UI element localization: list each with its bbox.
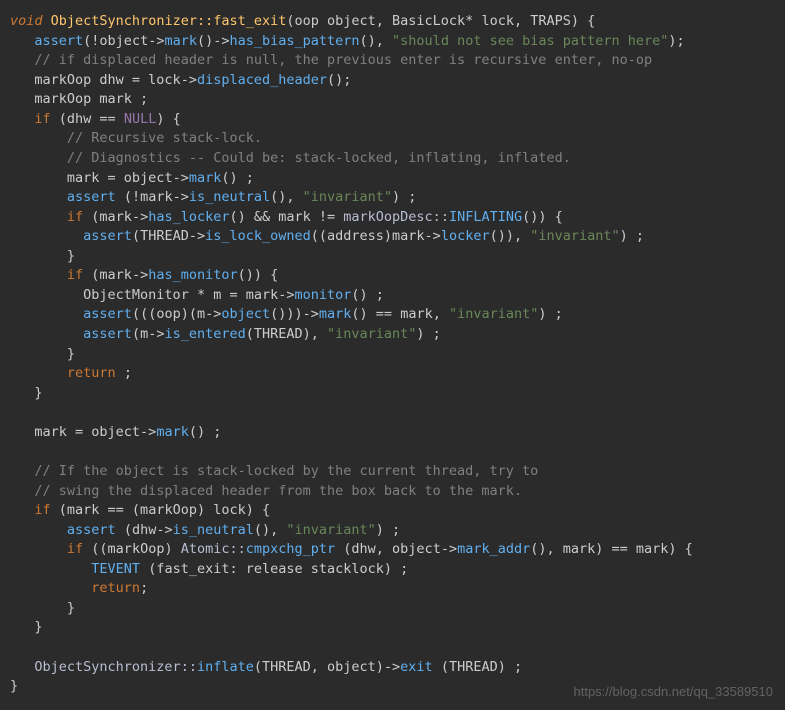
keyword-void: void — [10, 13, 43, 29]
comment: // If the object is stack-locked by the … — [34, 463, 538, 479]
decl: markOop mark ; — [34, 91, 148, 107]
comment: // Diagnostics -- Could be: stack-locked… — [67, 150, 571, 166]
sig: (oop object, BasicLock* lock, TRAPS) { — [286, 13, 595, 29]
comment: // Recursive stack-lock. — [67, 130, 262, 146]
comment: // swing the displaced header from the b… — [34, 483, 522, 499]
kw-if: if — [34, 111, 50, 127]
decl: markOop dhw = lock-> — [34, 72, 197, 88]
fn-decl: ObjectSynchronizer::fast_exit — [51, 13, 287, 29]
comment: // if displaced header is null, the prev… — [34, 52, 652, 68]
code-block: void ObjectSynchronizer::fast_exit(oop o… — [10, 12, 775, 697]
assert-call: assert — [34, 33, 83, 49]
watermark: https://blog.csdn.net/qq_33589510 — [574, 683, 774, 702]
